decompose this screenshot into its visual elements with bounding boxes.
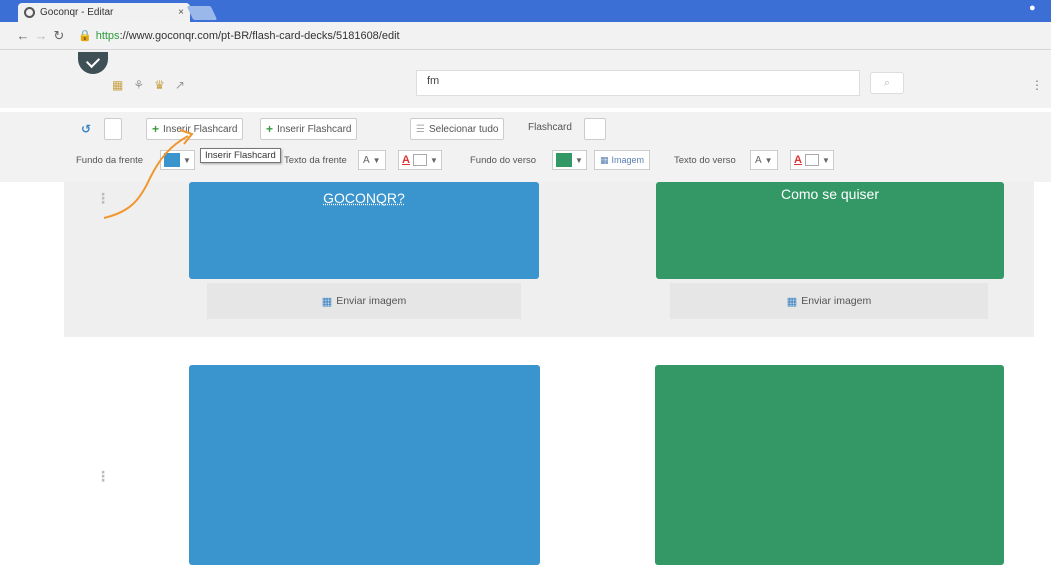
back-bg-color-picker[interactable]: ▼ xyxy=(552,150,587,170)
tab-title: Goconqr - Editar xyxy=(40,7,114,18)
back-text-label: Texto do verso xyxy=(674,155,736,166)
redo-button[interactable] xyxy=(104,118,122,140)
select-all-button[interactable]: ☰ Selecionar tudo xyxy=(410,118,505,140)
select-all-icon: ☰ xyxy=(416,123,425,135)
users-icon[interactable]: ⚘ xyxy=(133,78,144,92)
lock-icon: 🔒 xyxy=(78,30,92,42)
flashcard-label: Flashcard xyxy=(528,122,572,133)
flashcard-front-text[interactable]: GOCONQR? xyxy=(189,190,539,206)
user-icon[interactable]: ● xyxy=(1029,2,1043,16)
goconqr-favicon-icon xyxy=(24,7,35,18)
back-send-image-button[interactable]: ▦ Enviar imagem xyxy=(670,283,988,319)
front-bg-color-picker[interactable]: ▼ xyxy=(160,150,195,170)
undo-icon: ↺ xyxy=(81,122,92,136)
back-arrow-icon[interactable]: ← xyxy=(14,28,32,43)
flashcard-front[interactable]: GOCONQR? xyxy=(189,182,539,279)
trophy-icon[interactable]: ♛ xyxy=(154,78,165,92)
close-tab-icon[interactable]: × xyxy=(178,7,184,18)
format-toolbar: Fundo da frente ▼ Texto da frente A ▼ A … xyxy=(0,142,1051,182)
drag-handle-icon[interactable]: ⋮ xyxy=(96,468,110,485)
front-bg-label: Fundo da frente xyxy=(76,155,144,166)
forward-arrow-icon[interactable]: → xyxy=(32,28,50,43)
back-color-swatch xyxy=(556,153,572,167)
front-font-color-picker[interactable]: A ▼ xyxy=(398,150,442,170)
front-font-size-select[interactable]: A ▼ xyxy=(358,150,386,170)
search-button[interactable]: ⌕ xyxy=(870,72,904,94)
chevron-down-icon: ▼ xyxy=(183,155,191,165)
header-icon-group: ▦ ⚘ ♛ ↗ xyxy=(112,78,185,92)
back-image-button[interactable]: ▦ Imagem xyxy=(594,150,651,170)
url-field[interactable]: https://www.goconqr.com/pt-BR/flash-card… xyxy=(96,30,400,42)
flashcard-back-text[interactable]: Como se quiser xyxy=(656,186,1004,202)
font-color-box xyxy=(804,154,819,166)
front-color-swatch xyxy=(164,153,180,167)
font-color-icon: A xyxy=(402,154,410,166)
chevron-down-icon: ▼ xyxy=(764,155,773,165)
insert-flashcard-above-button[interactable]: + Inserir Flashcard xyxy=(146,118,244,140)
back-font-size-select[interactable]: A ▼ xyxy=(750,150,778,170)
reload-icon[interactable]: ↻ xyxy=(50,28,68,44)
font-color-icon: A xyxy=(794,154,802,166)
search-input[interactable]: fm xyxy=(416,70,860,96)
chevron-down-icon: ▼ xyxy=(821,155,830,165)
insert-flashcard-tooltip: Inserir Flashcard xyxy=(200,148,281,163)
flashcard-back[interactable]: Como se quiser xyxy=(656,182,1004,279)
folder-icon[interactable]: ▦ xyxy=(112,78,123,92)
more-options-icon[interactable]: ⋮ xyxy=(1031,78,1043,92)
image-icon: ▦ xyxy=(600,154,609,165)
browser-tab[interactable]: Goconqr - Editar × xyxy=(18,3,190,22)
goconqr-logo[interactable] xyxy=(78,52,108,74)
new-tab-button[interactable] xyxy=(186,6,218,20)
back-bg-label: Fundo do verso xyxy=(470,155,537,166)
undo-button[interactable]: ↺ xyxy=(76,118,96,140)
front-send-image-button[interactable]: ▦ Enviar imagem xyxy=(207,283,521,319)
editor-toolbar: ↺ + Inserir Flashcard + Inserir Flashcar… xyxy=(0,112,1051,142)
address-bar: ← → ↻ 🔒 https://www.goconqr.com/pt-BR/fl… xyxy=(0,22,1051,50)
chart-icon[interactable]: ↗ xyxy=(175,78,185,92)
chevron-down-icon: ▼ xyxy=(372,155,381,165)
browser-titlebar: Goconqr - Editar × ● xyxy=(0,0,1051,22)
flashcard-list: ⋮ GOCONQR? Como se quiser ▦ Enviar image… xyxy=(0,182,1051,565)
front-text-label: Texto da frente xyxy=(284,155,347,166)
image-icon: ▦ xyxy=(321,295,333,308)
plus-icon: + xyxy=(266,122,274,136)
font-color-box xyxy=(412,154,427,166)
image-icon: ▦ xyxy=(786,295,798,308)
flashcard-front[interactable] xyxy=(189,365,540,565)
app-header: ▦ ⚘ ♛ ↗ fm ⌕ ⋮ xyxy=(0,50,1051,108)
insert-flashcard-below-button[interactable]: + Inserir Flashcard xyxy=(260,118,358,140)
flashcard-back[interactable] xyxy=(655,365,1004,565)
chevron-down-icon: ▼ xyxy=(575,155,583,165)
back-font-color-picker[interactable]: A ▼ xyxy=(790,150,834,170)
plus-icon: + xyxy=(152,122,160,136)
flashcard-options-button[interactable] xyxy=(584,118,606,140)
chevron-down-icon: ▼ xyxy=(429,155,438,165)
drag-handle-icon[interactable]: ⋮ xyxy=(96,190,110,207)
